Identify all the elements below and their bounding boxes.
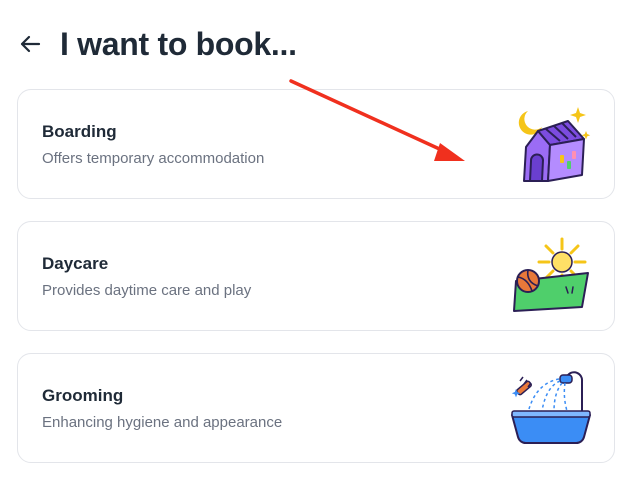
house-moon-icon [518,107,591,182]
sun-ball-icon [513,237,589,312]
page-title: I want to book... [60,25,297,62]
back-button[interactable] [16,30,44,58]
arrow-left-icon [20,35,41,53]
page-header: I want to book... [16,22,297,66]
option-description: Offers temporary accommodation [42,150,265,167]
option-card-grooming[interactable]: Grooming Enhancing hygiene and appearanc… [17,353,615,463]
option-card-daycare[interactable]: Daycare Provides daytime care and play [17,221,615,331]
option-title: Boarding [42,122,117,141]
bathtub-shower-icon [511,371,591,444]
option-description: Enhancing hygiene and appearance [42,414,283,431]
option-description: Provides daytime care and play [42,282,252,299]
option-card-boarding[interactable]: Boarding Offers temporary accommodation [17,89,615,199]
option-title: Daycare [42,254,109,273]
option-title: Grooming [42,386,124,405]
